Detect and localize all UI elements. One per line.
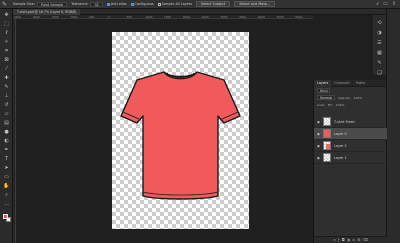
layer-name: Layer 1: [334, 155, 347, 160]
share-icon[interactable]: ⇪: [392, 1, 396, 7]
visibility-eye-icon[interactable]: ◉: [317, 132, 321, 136]
layer-name: Layer 2: [334, 143, 347, 148]
rectangle-icon[interactable]: ▭: [3, 174, 10, 180]
tolerance-label: Tolerance:: [71, 2, 89, 6]
sample-all-layers-option[interactable]: Sample All Layers: [157, 2, 192, 6]
contiguous-checkbox[interactable]: [130, 2, 134, 6]
contiguous-label: Contiguous: [134, 2, 154, 6]
layer-list: ◉ T-shirt Fresh ◉ Layer 0 ◉ Layer 2 ◉ La…: [314, 116, 387, 164]
type-icon[interactable]: T: [3, 156, 10, 162]
move-icon[interactable]: ✥: [3, 12, 10, 18]
tshirt-illustration: [120, 71, 241, 200]
mask-icon[interactable]: ◘: [342, 238, 345, 242]
adjustments-icon[interactable]: ◑: [376, 29, 383, 36]
layer-name: T-shirt Fresh: [334, 119, 355, 124]
blend-mode-select[interactable]: Normal: [317, 95, 336, 100]
tolerance-input[interactable]: 32: [90, 1, 103, 7]
right-column: [386, 9, 400, 243]
trash-icon[interactable]: ⌫: [363, 238, 368, 242]
anti-alias-label: Anti-alias: [110, 2, 127, 6]
anti-alias-checkbox[interactable]: [106, 2, 110, 6]
layers-panel-footer: ∞ ƒ ◘ ◑ ▭ ⊞ ⌫: [314, 236, 387, 243]
path-select-icon[interactable]: ➤: [3, 165, 10, 171]
eraser-icon[interactable]: ▱: [3, 111, 10, 117]
layer-row[interactable]: ◉ Layer 1: [314, 152, 387, 164]
eyedropper-icon[interactable]: ⁄: [3, 66, 10, 72]
link-icon[interactable]: ∞: [333, 238, 336, 242]
layer-thumbnail: [323, 129, 331, 138]
search-icon[interactable]: ⌕: [376, 1, 379, 7]
pen-icon[interactable]: ✒: [3, 147, 10, 153]
options-bar: ✎ Sample Size: Point Sample Tolerance: 3…: [0, 0, 400, 9]
workspace-icon[interactable]: ▭: [383, 1, 388, 7]
fx-icon[interactable]: ƒ: [338, 238, 339, 242]
panel-icon-strip: ⟲ ◑ ☰ ▦ ✎ ❏: [373, 15, 386, 76]
visibility-eye-icon[interactable]: ◉: [317, 120, 321, 124]
sample-all-layers-label: Sample All Layers: [161, 2, 192, 6]
crop-icon[interactable]: ⌗: [3, 48, 10, 54]
layers-panel: Layers Channels Paths Kind Normal Opacit…: [313, 79, 387, 243]
anti-alias-option[interactable]: Anti-alias: [106, 2, 127, 6]
history-icon[interactable]: ⟲: [376, 19, 383, 26]
layer-filter-row: Kind: [314, 87, 386, 94]
sample-all-layers-checkbox[interactable]: [157, 2, 161, 6]
select-subject-button[interactable]: Select Subject: [196, 1, 231, 7]
layer-kind-filter[interactable]: Kind: [317, 88, 331, 93]
stamp-icon[interactable]: ⊥: [3, 93, 10, 99]
options-right-icons: ⌕ ▭ ⇪: [376, 1, 400, 7]
lasso-icon[interactable]: ℓ: [3, 30, 10, 36]
blur-icon[interactable]: ●: [3, 129, 10, 135]
sample-size-label: Sample Size:: [13, 2, 35, 6]
opacity-label: Opacity:: [338, 95, 351, 100]
layer-thumbnail: [323, 117, 331, 126]
canvas-area[interactable]: [16, 19, 313, 243]
frame-icon[interactable]: ⊠: [3, 57, 10, 63]
layers-icon[interactable]: ❏: [376, 69, 383, 76]
toolbar: ✥ ⬚ ℓ ✧ ⌗ ⊠ ⁄ ✚ ✎ ⊥ ↺ ▱ ▤ ● ◐ ✒ T ➤ ▭ ✋ …: [0, 9, 13, 243]
document-canvas[interactable]: [112, 32, 249, 229]
fill-value[interactable]: 100%: [336, 103, 345, 107]
photoshop-window: ✎ Sample Size: Point Sample Tolerance: 3…: [0, 0, 400, 243]
layer-thumbnail: [323, 153, 331, 162]
opacity-value[interactable]: 100%: [354, 96, 363, 100]
history-brush-icon[interactable]: ↺: [3, 102, 10, 108]
dodge-icon[interactable]: ◐: [3, 138, 10, 144]
foreground-color-swatch[interactable]: [3, 214, 8, 219]
tab-paths[interactable]: Paths: [353, 80, 368, 87]
lock-row: Lock: Fill: 100%: [314, 101, 386, 108]
brush-icon[interactable]: ✎: [0, 0, 9, 9]
more-icon[interactable]: …: [3, 201, 10, 207]
adjustment-icon[interactable]: ◑: [347, 238, 350, 242]
marquee-icon[interactable]: ⬚: [3, 21, 10, 27]
select-and-mask-button[interactable]: Select and Mask...: [234, 1, 276, 7]
layer-name: Layer 0: [334, 131, 347, 136]
brushes-icon[interactable]: ✎: [376, 59, 383, 66]
tab-channels[interactable]: Channels: [331, 80, 353, 87]
brush-icon[interactable]: ✎: [3, 84, 10, 90]
visibility-eye-icon[interactable]: ◉: [317, 156, 321, 160]
libraries-icon[interactable]: ▦: [376, 49, 383, 56]
new-layer-icon[interactable]: ⊞: [358, 238, 361, 242]
lock-label: Lock:: [317, 102, 325, 107]
visibility-eye-icon[interactable]: ◉: [317, 144, 321, 148]
layer-row[interactable]: ◉ T-shirt Fresh: [314, 116, 387, 128]
sample-size-select[interactable]: Point Sample: [36, 1, 68, 7]
fill-label: Fill:: [327, 102, 333, 107]
layer-row[interactable]: ◉ Layer 2: [314, 140, 387, 152]
blend-row: Normal Opacity: 100%: [314, 94, 386, 101]
group-icon[interactable]: ▭: [352, 238, 355, 242]
tab-layers[interactable]: Layers: [314, 79, 332, 87]
gradient-icon[interactable]: ▤: [3, 120, 10, 126]
contiguous-option[interactable]: Contiguous: [130, 2, 154, 6]
quick-select-icon[interactable]: ✧: [3, 39, 10, 45]
zoom-icon[interactable]: ⌕: [3, 192, 10, 198]
hand-icon[interactable]: ✋: [3, 183, 10, 189]
healing-icon[interactable]: ✚: [3, 75, 10, 81]
layer-row-selected[interactable]: ◉ Layer 0: [314, 128, 387, 140]
layers-panel-tabs: Layers Channels Paths: [314, 79, 386, 87]
layer-thumbnail: [323, 141, 331, 150]
tshirt-body: [120, 71, 241, 200]
properties-icon[interactable]: ☰: [376, 39, 383, 46]
